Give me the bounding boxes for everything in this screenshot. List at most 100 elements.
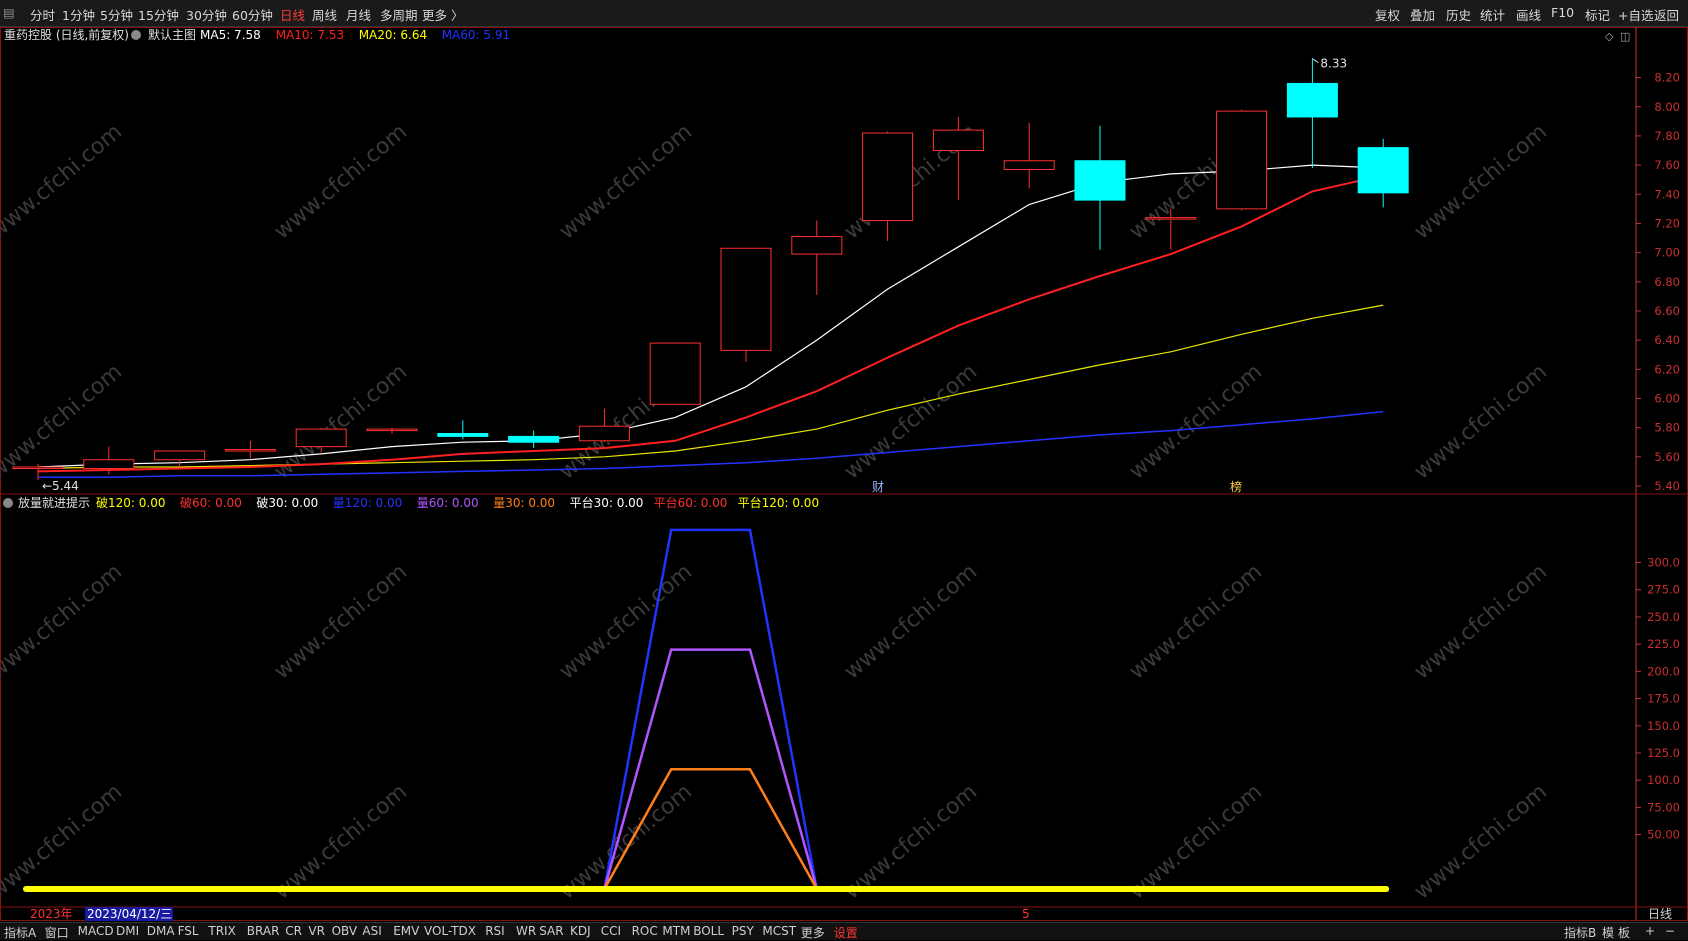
indicator-tab-7[interactable]: BRAR — [247, 924, 280, 938]
toolbar-action-2[interactable]: 历史 — [1446, 5, 1471, 24]
toolbar-period-10[interactable]: 更多 〉 — [422, 5, 463, 24]
indicator-tab-1[interactable]: 窗口 — [45, 924, 69, 941]
toolbar-action-0[interactable]: 复权 — [1375, 5, 1400, 24]
indicator-tab-17[interactable]: KDJ — [570, 924, 591, 938]
sub-title: 放量就进提示 — [18, 495, 90, 510]
indicator-tab-5[interactable]: FSL — [178, 924, 199, 938]
axis-date-label: 2023/04/12/三 — [87, 907, 172, 921]
sub-tick-label-5: 175.0 — [1647, 692, 1680, 706]
indicator-tab-19[interactable]: ROC — [632, 924, 658, 938]
menu-icon[interactable]: ▤ — [3, 5, 15, 20]
toolbar-period-8[interactable]: 月线 — [346, 5, 371, 24]
bottom-right-1[interactable]: 模 — [1602, 924, 1614, 941]
candle-body-1 — [83, 459, 135, 469]
bottom-right-2[interactable]: 板 — [1618, 924, 1630, 941]
indicator-tab-11[interactable]: ASI — [362, 924, 381, 938]
indicator-tab-0[interactable]: 指标A — [4, 924, 36, 941]
ma-label-3: MA60: 5.91 — [442, 28, 510, 42]
sub-label-3: 量120: 0.00 — [333, 496, 402, 510]
indicator-tab-23[interactable]: MCST — [762, 924, 796, 938]
indicator-tab-16[interactable]: SAR — [539, 924, 563, 938]
watermark-18: www.cfchi.com — [0, 779, 127, 904]
toolbar-period-4[interactable]: 30分钟 — [186, 5, 227, 24]
sub-tick-label-4: 200.0 — [1647, 664, 1680, 678]
bottom-right-0[interactable]: 指标B — [1564, 924, 1596, 941]
price-tick-label-2: 7.80 — [1654, 129, 1680, 143]
toolbar-action-6[interactable]: 标记 — [1585, 5, 1610, 24]
toolbar-period-6[interactable]: 日线 — [280, 5, 305, 24]
bottom-right-3[interactable]: + — [1645, 924, 1655, 938]
window-icon: ◫ — [1620, 30, 1630, 43]
indicator-tab-10[interactable]: OBV — [332, 924, 358, 938]
chart-area: 重药控股 (日线,前复权) 默认主图 MA5: 7.58 MA10: 7.53 MA20… — [0, 27, 1688, 921]
toolbar-period-5[interactable]: 60分钟 — [232, 5, 273, 24]
bottom-right-4[interactable]: − — [1665, 924, 1675, 938]
price-tick-label-12: 5.80 — [1654, 421, 1680, 435]
main-template: 默认主图 — [148, 27, 196, 42]
indicator-tab-18[interactable]: CCI — [601, 924, 621, 938]
indicator-tab-14[interactable]: RSI — [485, 924, 505, 938]
price-tick-label-13: 5.60 — [1654, 450, 1680, 464]
low-price-label: ←5.44 — [42, 479, 79, 493]
toolbar-period-3[interactable]: 15分钟 — [138, 5, 179, 24]
watermark-20: www.cfchi.com — [555, 779, 697, 904]
indicator-tab-25[interactable]: 设置 — [834, 924, 858, 941]
toolbar-period-2[interactable]: 5分钟 — [100, 5, 133, 24]
indicator-tab-13[interactable]: VOL-TDX — [424, 924, 476, 938]
toolbar-action-5[interactable]: F10 — [1551, 5, 1574, 20]
axis-period-label: 日线 — [1648, 907, 1672, 921]
watermark-11: www.cfchi.com — [1410, 359, 1552, 484]
sub-label-6: 平台30: 0.00 — [570, 495, 644, 510]
candle-body-13 — [932, 129, 984, 152]
candle-body-10 — [720, 247, 772, 351]
candle-body-9 — [649, 342, 701, 405]
indicator-tab-6[interactable]: TRIX — [208, 924, 235, 938]
main-title: 重药控股 (日线,前复权) — [4, 27, 129, 42]
sub-label-5: 量30: 0.00 — [493, 496, 555, 510]
price-tick-label-10: 6.20 — [1654, 362, 1680, 376]
toolbar-action-1[interactable]: 叠加 — [1410, 5, 1435, 24]
sub-tick-label-3: 225.0 — [1647, 637, 1680, 651]
price-tick-label-3: 7.60 — [1654, 158, 1680, 172]
high-price-pointer — [1312, 58, 1319, 64]
indicator-tab-3[interactable]: DMI — [116, 924, 139, 938]
indicator-tab-12[interactable]: EMV — [393, 924, 419, 938]
candle-body-11 — [791, 236, 843, 255]
indicator-tab-15[interactable]: WR — [516, 924, 536, 938]
sub-label-7: 平台60: 0.00 — [654, 495, 728, 510]
candle-body-5 — [366, 428, 418, 432]
ma-label-1: MA10: 7.53 — [276, 28, 344, 42]
indicator-tab-21[interactable]: BOLL — [693, 924, 724, 938]
toolbar-action-3[interactable]: 统计 — [1480, 5, 1505, 24]
candle-body-15 — [1074, 160, 1126, 201]
indicator-tab-20[interactable]: MTM — [662, 924, 690, 938]
indicator-tab-24[interactable]: 更多 — [801, 924, 825, 941]
event-marker-list: 榜 — [1230, 479, 1242, 494]
indicator-tab-8[interactable]: CR — [285, 924, 302, 938]
watermark-5: www.cfchi.com — [1410, 119, 1552, 244]
toolbar-period-7[interactable]: 周线 — [312, 5, 337, 24]
watermark-23: www.cfchi.com — [1410, 779, 1552, 904]
indicator-tab-9[interactable]: VR — [308, 924, 325, 938]
toolbar-action-7[interactable]: +自选 — [1618, 5, 1653, 24]
candle-body-8 — [578, 425, 630, 442]
indicator-tab-22[interactable]: PSY — [732, 924, 754, 938]
sub-label-4: 量60: 0.00 — [417, 496, 479, 510]
collapse-sub-icon — [3, 498, 13, 508]
price-tick-label-6: 7.00 — [1654, 246, 1680, 260]
bottom-indicator-bar: 指标A 窗口 MACD DMI DMA FSL TRIX BRAR CR VR OBV ASI EMV V… — [0, 922, 1688, 940]
indicator-tab-4[interactable]: DMA — [147, 924, 175, 938]
sub-tick-label-2: 250.0 — [1647, 610, 1680, 624]
price-tick-label-11: 6.00 — [1654, 391, 1680, 405]
toolbar-period-9[interactable]: 多周期 — [380, 5, 418, 24]
toolbar-action-4[interactable]: 画线 — [1516, 5, 1541, 24]
price-tick-label-1: 8.00 — [1654, 100, 1680, 114]
toolbar-period-0[interactable]: 分时 — [30, 5, 55, 24]
indicator-tab-2[interactable]: MACD — [78, 924, 114, 938]
toolbar-period-1[interactable]: 1分钟 — [62, 5, 95, 24]
watermark-13: www.cfchi.com — [270, 559, 412, 684]
sub-label-0: 破120: 0.00 — [96, 495, 165, 510]
toolbar-action-8[interactable]: 返回 — [1654, 5, 1679, 24]
watermark-14: www.cfchi.com — [555, 559, 697, 684]
watermark-10: www.cfchi.com — [1125, 359, 1267, 484]
